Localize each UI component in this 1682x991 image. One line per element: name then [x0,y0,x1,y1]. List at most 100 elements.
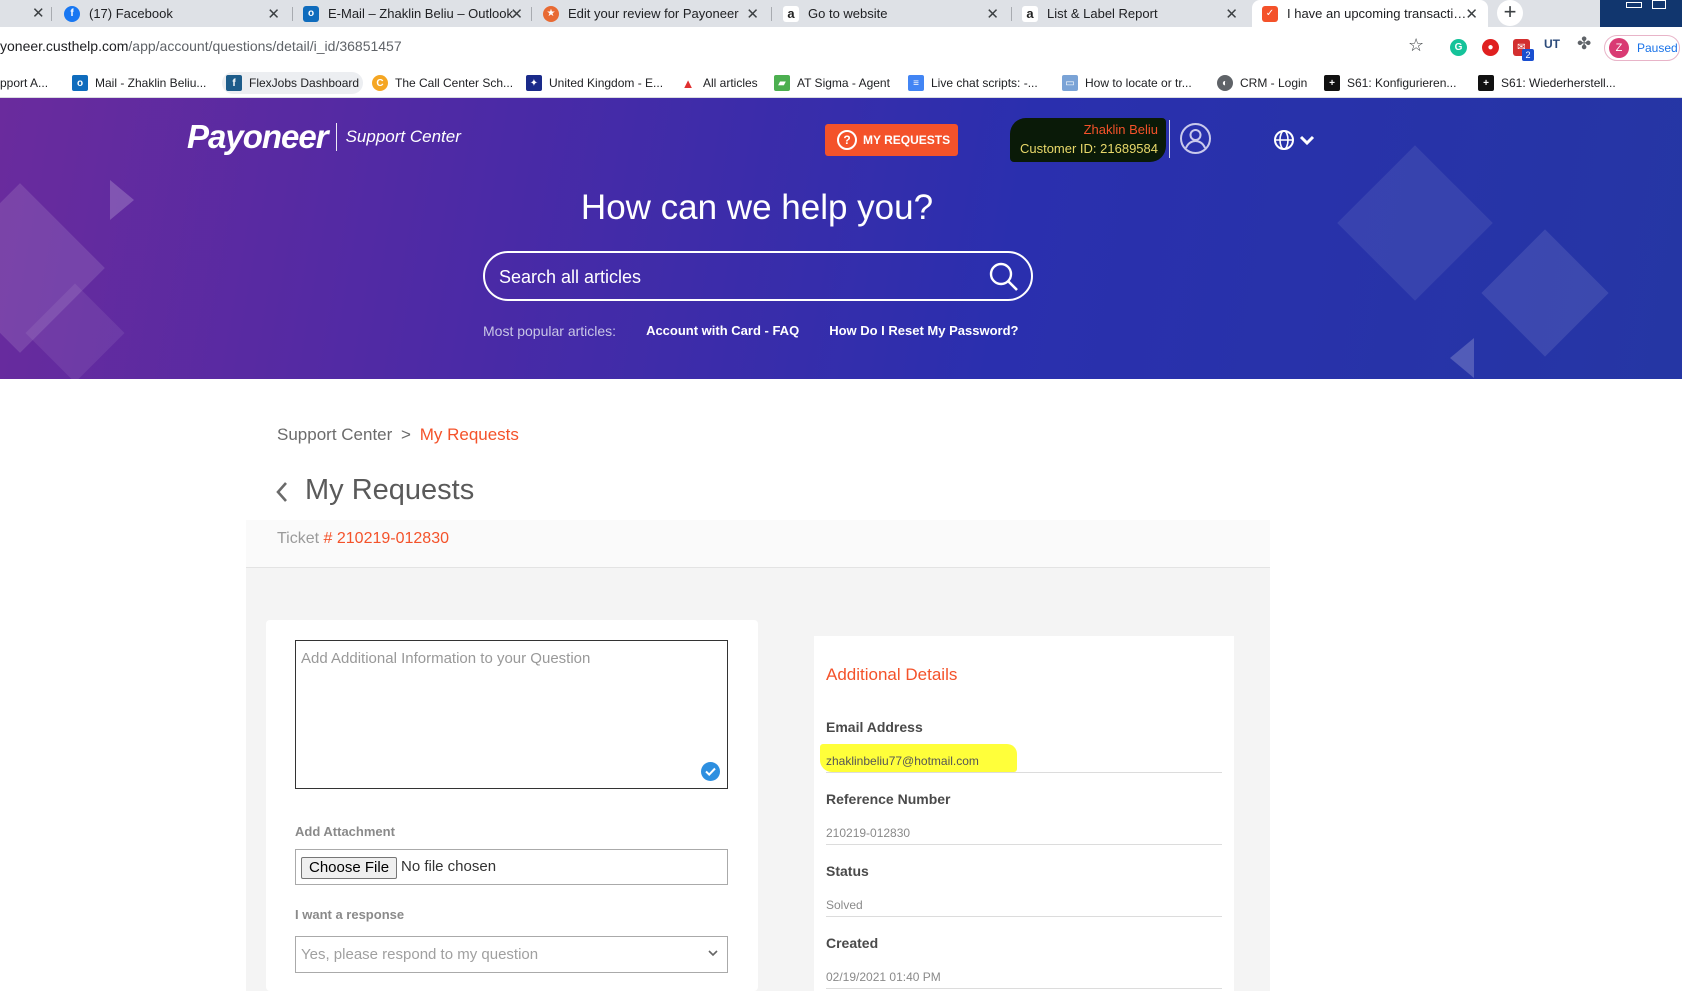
bookmark-label: United Kingdom - E... [549,76,664,90]
response-select-value: Yes, please respond to my question [301,946,539,963]
tab-title: List & Label Report [1047,6,1158,21]
tab-title: Go to website [808,6,888,21]
minimize-icon[interactable] [1626,2,1642,8]
tab-title: E-Mail – Zhaklin Beliu – Outlook [328,6,513,21]
bookmark-item[interactable]: C The Call Center Sch... [368,72,517,94]
breadcrumb-root[interactable]: Support Center [277,425,392,444]
bookmark-label: S61: Konfigurieren... [1347,76,1457,90]
docs-icon: ≡ [908,75,924,91]
breadcrumb-separator: > [401,425,411,444]
tab-close-icon[interactable]: ✕ [1465,5,1478,23]
bookmark-item[interactable]: + S61: Wiederherstell... [1474,72,1620,94]
user-account-icon[interactable] [1180,123,1211,154]
user-info[interactable]: Zhaklin Beliu Customer ID: 21689584 [1010,118,1166,162]
my-requests-label: MY REQUESTS [863,133,951,147]
attachment-label: Add Attachment [295,824,395,839]
amazon-icon: a [783,5,799,22]
bookmark-item[interactable]: pport A... [0,72,52,94]
grammarly-icon[interactable]: G [1450,39,1467,56]
s61-icon: + [1478,75,1494,91]
tab-close-icon[interactable]: ✕ [746,5,759,23]
profile-status: Paused [1637,41,1678,55]
language-selector[interactable] [1273,129,1319,156]
search-input[interactable] [499,265,969,289]
detail-value: 210219-012830 [826,826,911,840]
payoneer-logo[interactable]: Payoneer Support Center [187,112,461,162]
choose-file-button[interactable]: Choose File [301,857,398,879]
search-icon[interactable] [988,261,1020,298]
tab-title: I have an upcoming transaction c [1287,6,1469,21]
bookmark-item[interactable]: ✦ United Kingdom - E... [522,72,667,94]
tab-title: Edit your review for Payoneer [568,6,739,21]
tab-close-icon[interactable]: ✕ [986,5,999,23]
eu-icon: ✦ [526,75,542,91]
tab-list-label-report[interactable]: a List & Label Report ✕ [1022,0,1248,27]
ticket-header: Ticket # 210219-012830 [246,520,1270,568]
new-tab-button[interactable]: + [1497,0,1523,26]
tab-separator [771,7,772,21]
globe-icon: ◐ [1217,75,1233,91]
popular-article-link[interactable]: How Do I Reset My Password? [829,323,1018,339]
tab-close-icon[interactable]: ✕ [267,5,280,23]
tab-payoneer-active[interactable]: ✓ I have an upcoming transaction c ✕ [1252,0,1488,27]
file-status: No file chosen [401,858,497,875]
my-requests-button[interactable]: ? MY REQUESTS [825,124,958,156]
popular-article-link[interactable]: Account with Card - FAQ [646,323,799,339]
breadcrumb: Support Center > My Requests [277,425,519,445]
tab-separator [1011,7,1012,21]
tab-separator [292,7,293,21]
window-controls[interactable] [1600,0,1682,27]
bookmark-label: CRM - Login [1240,76,1308,90]
tab-review[interactable]: ★ Edit your review for Payoneer ✕ [543,0,769,27]
url-field[interactable]: yoneer.custhelp.com/app/account/question… [0,38,402,54]
extensions-puzzle-icon[interactable]: ✤ [1577,34,1591,54]
maximize-icon[interactable] [1652,0,1666,9]
bookmark-item[interactable]: f FlexJobs Dashboard [222,72,364,94]
bookmark-item[interactable]: ▭ How to locate or tr... [1058,72,1196,94]
tab-title: (17) Facebook [89,6,173,21]
tab-go-to-website[interactable]: a Go to website ✕ [783,0,1009,27]
details-title: Additional Details [826,665,958,684]
detail-label: Reference Number [826,791,951,807]
tab-facebook[interactable]: f (17) Facebook ✕ [64,0,290,27]
callcenter-icon: C [372,75,388,91]
popular-label: Most popular articles: [483,323,617,339]
browser-tab-strip: ✕ f (17) Facebook ✕ o E-Mail – Zhaklin B… [0,0,1682,27]
detail-value: 02/19/2021 01:40 PM [826,970,941,984]
bookmark-label: Live chat scripts: -... [931,76,1038,90]
response-select[interactable]: Yes, please respond to my question [295,936,728,973]
tab-outlook[interactable]: o E-Mail – Zhaklin Beliu – Outlook ✕ [303,0,529,27]
bookmark-item[interactable]: ▰ AT Sigma - Agent [770,72,894,94]
response-label: I want a response [295,907,405,922]
file-input[interactable]: Choose File No file chosen [295,849,728,885]
breadcrumb-current[interactable]: My Requests [420,425,519,444]
bookmark-item[interactable]: + S61: Konfigurieren... [1320,72,1460,94]
sigma-icon: ▰ [774,75,790,91]
profile-button[interactable]: Z Paused [1604,35,1680,61]
check-icon [701,762,720,781]
tab-close-icon[interactable]: ✕ [510,5,523,23]
back-chevron-icon[interactable] [275,480,289,509]
tab-close-icon[interactable]: ✕ [32,4,45,22]
address-bar[interactable]: yoneer.custhelp.com/app/account/question… [0,27,1682,67]
question-icon: ? [837,130,857,150]
tab-close-icon[interactable]: ✕ [1225,5,1238,23]
additional-info-textarea[interactable] [295,640,728,789]
ut-extension-icon[interactable]: UT [1544,37,1560,51]
bookmark-label: The Call Center Sch... [395,76,514,90]
chevron-down-icon [707,946,719,964]
hero-title: How can we help you? [580,188,934,227]
bookmark-star-icon[interactable]: ☆ [1408,35,1424,56]
adblock-icon[interactable]: ● [1482,39,1499,56]
locate-icon: ▭ [1062,75,1078,91]
logo-divider [335,123,337,151]
bookmark-item[interactable]: ≡ Live chat scripts: -... [904,72,1042,94]
detail-label: Email Address [826,719,923,735]
brand-name: Payoneer [187,118,329,155]
hero-banner: Payoneer Support Center ? MY REQUESTS Zh… [0,98,1682,379]
user-name: Zhaklin Beliu [1083,122,1158,137]
bookmark-item[interactable]: ◐ CRM - Login [1213,72,1311,94]
bookmark-item[interactable]: ▲ All articles [676,72,762,94]
facebook-icon: f [64,5,80,22]
bookmark-item[interactable]: o Mail - Zhaklin Beliu... [68,72,210,94]
